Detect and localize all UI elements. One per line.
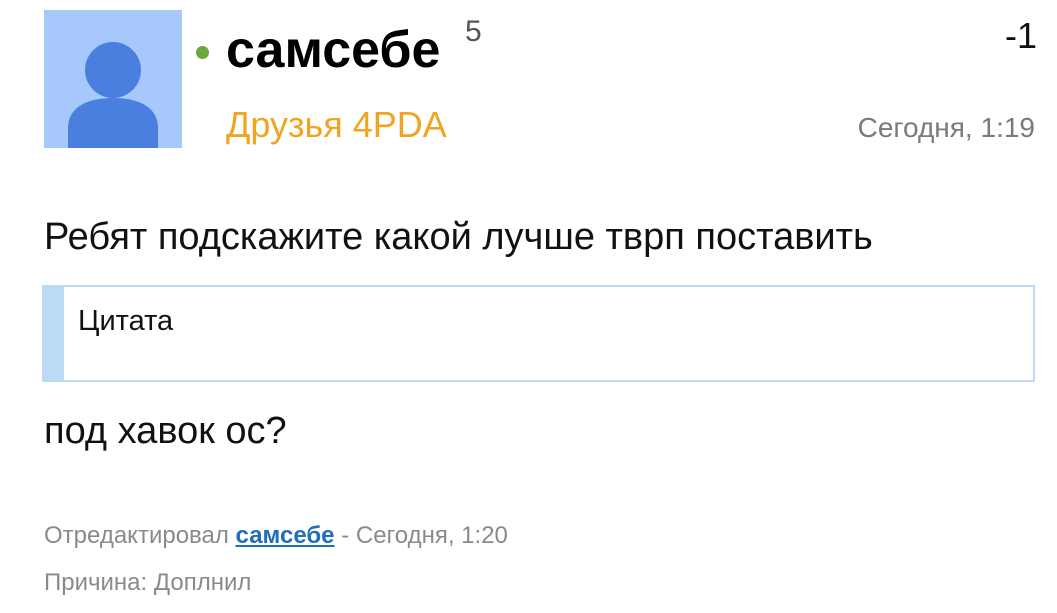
online-status-dot <box>196 46 209 59</box>
post-timestamp: Сегодня, 1:19 <box>857 112 1035 143</box>
avatar[interactable] <box>44 10 182 148</box>
quote-label: Цитата <box>78 305 174 337</box>
quote-block: Цитата <box>42 285 1035 382</box>
edit-time: Сегодня, 1:20 <box>355 522 508 549</box>
author-nickname[interactable]: самсебе <box>226 16 440 84</box>
post-body-text-continued: под хавок ос? <box>44 410 287 452</box>
author-group: Друзья 4PDA <box>226 104 447 145</box>
edit-separator: - <box>334 522 356 549</box>
edit-reason-text: Доплнил <box>153 569 252 596</box>
edit-reason: Причина: Доплнил <box>44 566 251 600</box>
editor-link[interactable]: самсебе <box>236 522 335 549</box>
edit-info: Отредактировал самсебе - Сегодня, 1:20 <box>44 519 508 553</box>
author-reputation[interactable]: 5 <box>465 14 482 50</box>
default-user-avatar-icon <box>68 42 158 148</box>
post-body-text: Ребят подскажите какой лучше тврп постав… <box>44 216 873 258</box>
post-rating[interactable]: -1 <box>1005 14 1037 58</box>
forum-post: самсебе 5 Друзья 4PDA -1 Сегодня, 1:19 Р… <box>0 0 1057 613</box>
edit-reason-label: Причина: <box>44 569 148 596</box>
edit-prefix: Отредактировал <box>44 522 229 549</box>
